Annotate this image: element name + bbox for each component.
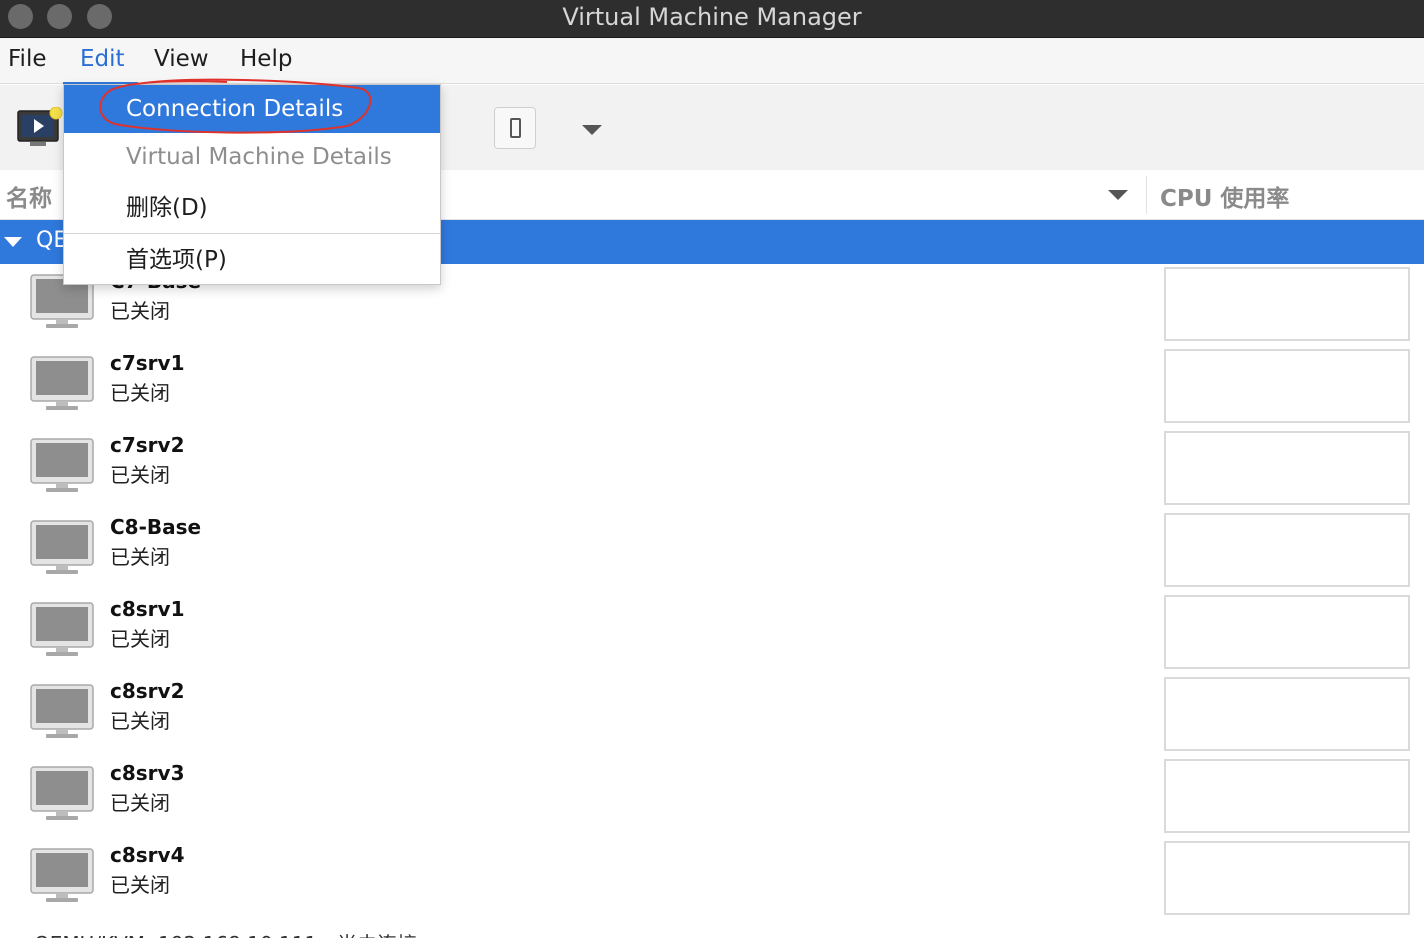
new-vm-icon[interactable] <box>16 106 66 151</box>
vm-name: c7srv2 <box>110 433 185 457</box>
vm-status: 已关闭 <box>110 545 170 569</box>
vm-status: 已关闭 <box>110 463 170 487</box>
vm-name: C8-Base <box>110 515 202 539</box>
edit-menu-dropdown: Connection Details Virtual Machine Detai… <box>63 84 441 285</box>
cpu-usage-graph <box>1164 513 1410 587</box>
power-switch-icon <box>510 118 521 138</box>
cpu-usage-graph <box>1164 349 1410 423</box>
menu-bar: File Edit View Help <box>0 38 1424 84</box>
menu-view[interactable]: View <box>154 46 209 72</box>
cpu-usage-graph <box>1164 677 1410 751</box>
vm-name: c8srv4 <box>110 843 185 867</box>
cpu-usage-graph <box>1164 841 1410 915</box>
sort-arrow-icon[interactable] <box>1108 190 1128 200</box>
column-divider <box>1146 176 1147 214</box>
window-title: Virtual Machine Manager <box>562 3 862 31</box>
vm-name: c8srv3 <box>110 761 185 785</box>
vm-row[interactable]: c7srv2 已关闭 <box>0 428 1424 510</box>
vm-name: c8srv1 <box>110 597 185 621</box>
menu-file[interactable]: File <box>8 46 47 72</box>
cpu-usage-graph <box>1164 595 1410 669</box>
vm-name: c7srv1 <box>110 351 185 375</box>
vm-status: 已关闭 <box>110 627 170 651</box>
vm-row[interactable]: c8srv4 已关闭 <box>0 838 1424 920</box>
menu-item-connection-details[interactable]: Connection Details <box>64 85 440 133</box>
vm-status: 已关闭 <box>110 299 170 323</box>
toolbar-dropdown-arrow-icon[interactable] <box>582 125 602 135</box>
monitor-icon <box>30 520 94 576</box>
menu-item-preferences[interactable]: 首选项(P) <box>64 236 440 284</box>
menu-separator <box>64 233 440 234</box>
vm-status: 已关闭 <box>110 873 170 897</box>
monitor-icon <box>30 438 94 494</box>
vm-status: 已关闭 <box>110 791 170 815</box>
vm-row[interactable]: c7srv1 已关闭 <box>0 346 1424 428</box>
monitor-icon <box>30 848 94 904</box>
column-name-header[interactable]: 名称 <box>6 179 52 213</box>
vm-status: 已关闭 <box>110 709 170 733</box>
column-cpu-header[interactable]: CPU 使用率 <box>1160 179 1289 213</box>
monitor-icon <box>30 356 94 412</box>
cpu-usage-graph <box>1164 431 1410 505</box>
title-bar: Virtual Machine Manager <box>0 0 1424 38</box>
expand-triangle-icon[interactable] <box>4 237 22 247</box>
menu-item-delete[interactable]: 删除(D) <box>64 184 440 232</box>
vm-row[interactable]: c8srv1 已关闭 <box>0 592 1424 674</box>
next-connection-row[interactable]: QEMU/KVM: 192.168.10.111 - 尚未连接 <box>34 928 417 938</box>
power-switch-button[interactable] <box>494 107 536 149</box>
vm-status: 已关闭 <box>110 381 170 405</box>
monitor-icon <box>30 766 94 822</box>
vm-name: c8srv2 <box>110 679 185 703</box>
menu-item-vm-details: Virtual Machine Details <box>126 144 392 170</box>
monitor-icon <box>30 602 94 658</box>
menu-edit[interactable]: Edit <box>80 46 125 72</box>
vm-row[interactable]: c8srv2 已关闭 <box>0 674 1424 756</box>
vm-row[interactable]: C8-Base 已关闭 <box>0 510 1424 592</box>
cpu-usage-graph <box>1164 759 1410 833</box>
menu-help[interactable]: Help <box>240 46 292 72</box>
cpu-usage-graph <box>1164 267 1410 341</box>
vm-row[interactable]: c8srv3 已关闭 <box>0 756 1424 838</box>
monitor-icon <box>30 684 94 740</box>
